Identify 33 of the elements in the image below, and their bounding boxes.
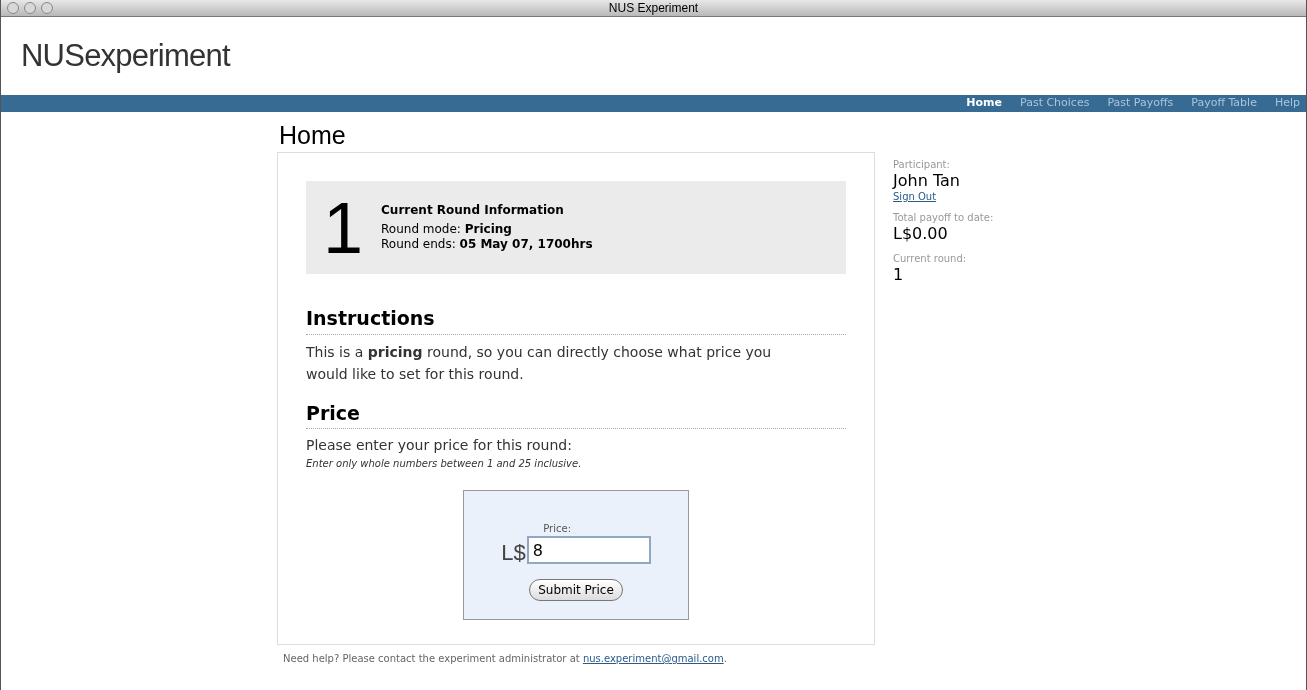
section-heading: Price (306, 398, 846, 429)
zoom-icon[interactable] (41, 2, 53, 14)
field-label: Price: (543, 522, 572, 536)
sign-out-link[interactable]: Sign Out (893, 191, 937, 203)
price-hint: Enter only whole numbers between 1 and 25 inclusive. (306, 457, 583, 471)
currency-label: L$ (501, 542, 526, 564)
email-link[interactable]: nus.experiment@gmail.com (582, 653, 724, 664)
info-value: John Tan (893, 171, 961, 191)
page-title: Home (278, 120, 347, 151)
round-info-line: Round mode: Pricing (381, 222, 513, 237)
price-input[interactable]: 8 (526, 536, 651, 564)
info-label: Total payoff to date: (893, 211, 995, 224)
nav-link[interactable]: Payoff Table (1191, 95, 1257, 112)
info-label: Participant: (893, 158, 951, 171)
section-heading: Instructions (306, 304, 846, 335)
round-number: 1 (323, 191, 364, 264)
round-info-title: Current Round Information (381, 203, 565, 218)
info-label: Current round: (893, 252, 968, 265)
instructions-text: This is a pricing round, so you can directly choose what price you would like to set for this round. (306, 342, 773, 384)
help-text: Need help? Please contact the experiment administrator at nus.experiment@gmail.com. (282, 652, 728, 666)
nav-link[interactable]: Help (1274, 95, 1300, 112)
info-value: L$0.00 (893, 224, 949, 244)
nav-link[interactable]: Home (966, 95, 1002, 112)
minimize-icon[interactable] (24, 2, 36, 14)
price-prompt: Please enter your price for this round: (306, 436, 573, 455)
info-value: 1 (893, 265, 905, 285)
window-title: NUS Experiment (608, 0, 699, 17)
close-icon[interactable] (7, 2, 19, 14)
logo: NUSexperiment (21, 36, 230, 75)
round-info-line: Round ends: 05 May 07, 1700hrs (381, 237, 593, 252)
nav-link[interactable]: Past Payoffs (1107, 95, 1174, 112)
nav-link[interactable]: Past Choices (1020, 95, 1090, 112)
submit-button[interactable]: Submit Price (529, 579, 623, 601)
